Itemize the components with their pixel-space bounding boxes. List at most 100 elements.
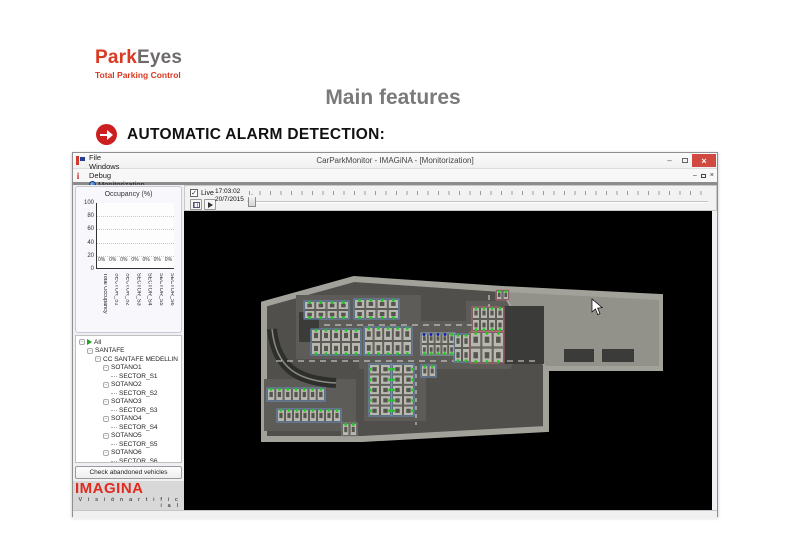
free-spot-dot <box>392 299 395 302</box>
free-spot-dot <box>457 334 460 337</box>
tree-node[interactable]: −SOTANO6 <box>76 449 181 458</box>
logo-eyes: Eyes <box>137 47 182 68</box>
stall-shadow <box>372 378 376 382</box>
tree-node-label: SANTAFE <box>95 347 125 354</box>
stall-shadow <box>287 413 290 418</box>
stall-shadow <box>485 337 490 343</box>
stall-shadow <box>334 333 338 338</box>
tree-expander-icon[interactable]: − <box>103 382 109 388</box>
tree-node[interactable]: −SOTANO3 <box>76 398 181 407</box>
stall-shadow <box>456 338 459 344</box>
menu-windows[interactable]: Windows <box>83 162 151 171</box>
child-close-icon[interactable]: × <box>710 172 714 179</box>
stall-shadow <box>474 311 477 316</box>
free-spot-dot <box>437 352 440 355</box>
free-spot-dot <box>381 299 384 302</box>
free-spot-dot <box>377 327 380 330</box>
free-spot-dot <box>288 409 291 412</box>
calendar-button[interactable] <box>190 199 202 210</box>
minimize-icon[interactable]: – <box>662 154 677 167</box>
free-spot-dot <box>335 352 338 355</box>
tree-expander-icon[interactable]: − <box>103 399 109 405</box>
free-spot-dot <box>342 316 345 319</box>
parking-map[interactable] <box>184 211 712 510</box>
tree-node[interactable]: −SOTANO5 <box>76 432 181 441</box>
stall-shadow <box>474 323 477 328</box>
free-spot-dot <box>345 352 348 355</box>
play-icon <box>208 202 213 208</box>
free-spot-dot <box>331 301 334 304</box>
tree-node[interactable]: −SOTANO2 <box>76 381 181 390</box>
free-spot-dot <box>308 301 311 304</box>
tree-expander-icon[interactable]: − <box>103 416 109 422</box>
tree-node[interactable]: SECTOR_S1 <box>76 372 181 381</box>
live-toggle[interactable]: ✓ Live <box>190 189 214 197</box>
free-spot-dot <box>336 409 339 412</box>
tree-expander-icon[interactable]: − <box>103 433 109 439</box>
stall-shadow <box>372 388 376 392</box>
tree-connector <box>111 410 117 411</box>
tree-node[interactable]: SECTOR_S6 <box>76 457 181 463</box>
tree-expander-icon[interactable]: − <box>79 339 85 345</box>
free-spot-dot <box>328 409 331 412</box>
tree-node[interactable]: − All <box>76 338 181 347</box>
tree-node[interactable]: −SOTANO4 <box>76 415 181 424</box>
stall-shadow <box>386 331 390 337</box>
structure <box>602 349 634 362</box>
slider-thumb[interactable] <box>248 194 256 207</box>
tree-expander-icon[interactable]: − <box>87 348 93 354</box>
site-tree[interactable]: −All−SANTAFE−CC SANTAFE MEDELLIN−SOTANO1… <box>75 335 182 463</box>
stall-shadow <box>386 345 390 351</box>
timeline-slider[interactable] <box>245 186 710 212</box>
x-tick-label: SECTOR_S3 <box>129 271 140 329</box>
menu-file[interactable]: File <box>83 153 151 162</box>
tree-expander-icon[interactable]: − <box>103 365 109 371</box>
free-spot-dot <box>335 329 338 332</box>
free-spot-dot <box>377 352 380 355</box>
tree-node[interactable]: SECTOR_S4 <box>76 423 181 432</box>
free-spot-dot <box>344 423 347 426</box>
check-abandoned-button[interactable]: Check abandoned vehicles <box>75 466 182 479</box>
tree-node[interactable]: SECTOR_S3 <box>76 406 181 415</box>
tree-expander-icon[interactable]: − <box>95 356 101 362</box>
stall-shadow <box>383 367 387 371</box>
tree-node[interactable]: SECTOR_S2 <box>76 389 181 398</box>
logo-park: Park <box>95 47 137 68</box>
stall-shadow <box>482 311 485 316</box>
stall-shadow <box>464 352 467 358</box>
slider-track[interactable] <box>247 201 708 203</box>
stall-shadow <box>286 392 289 397</box>
child-restore-icon[interactable] <box>701 174 706 178</box>
free-spot-dot <box>352 423 355 426</box>
tree-node-label: SECTOR_S3 <box>119 407 158 414</box>
free-spot-dot <box>304 409 307 412</box>
restore-icon[interactable] <box>677 154 692 167</box>
chart-title: Occupancy (%) <box>76 191 181 198</box>
free-spot-dot <box>387 327 390 330</box>
free-spot-dot <box>388 399 391 402</box>
tree-node[interactable]: −SANTAFE <box>76 347 181 356</box>
tree-connector <box>111 427 117 428</box>
free-spot-dot <box>450 352 453 355</box>
stall-shadow <box>341 313 346 317</box>
free-spot-dot <box>342 301 345 304</box>
tree-expander-icon[interactable]: − <box>103 450 109 456</box>
structure <box>514 307 542 317</box>
live-checkbox[interactable]: ✓ <box>190 189 198 197</box>
free-spot-dot <box>296 409 299 412</box>
tree-node-label: SECTOR_S2 <box>119 390 158 397</box>
tree-node-label: All <box>94 339 101 346</box>
stall-shadow <box>383 398 387 402</box>
close-icon[interactable]: × <box>692 154 716 167</box>
tree-node[interactable]: SECTOR_S5 <box>76 440 181 449</box>
stall-shadow <box>303 413 306 418</box>
titlebar[interactable]: CarParkMonitor - IMAGiNA - [Monitorizati… <box>73 153 717 169</box>
free-spot-dot <box>499 307 502 310</box>
free-spot-dot <box>369 299 372 302</box>
menu-debug[interactable]: Debug <box>83 171 151 180</box>
stall-shadow <box>391 312 396 316</box>
tree-node[interactable]: −SOTANO1 <box>76 364 181 373</box>
stall-shadow <box>395 409 399 413</box>
tree-node[interactable]: −CC SANTAFE MEDELLIN <box>76 355 181 364</box>
child-minimize-icon[interactable]: – <box>693 172 697 179</box>
